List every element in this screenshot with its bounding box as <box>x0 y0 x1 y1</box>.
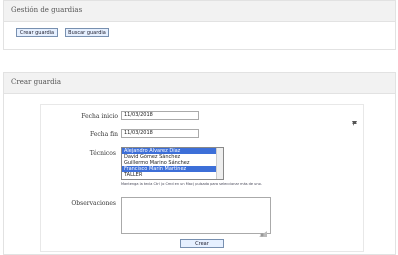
technicians-select[interactable]: Alejandro Álvarez Díaz David Gómez Sánch… <box>121 147 224 180</box>
create-guard-button[interactable]: Crear guardia <box>16 28 58 37</box>
observations-textarea[interactable] <box>121 197 271 237</box>
create-guard-panel: Crear guardia Fecha inicio 11/03/2018 Fe… <box>3 72 396 255</box>
technician-option[interactable]: TALLER <box>122 172 223 178</box>
create-guard-panel-header: Crear guardia <box>4 73 395 94</box>
resize-handle-icon[interactable] <box>258 223 268 237</box>
technicians-help-text: Mantenga la tecla Ctrl (o Cmd en un Mac)… <box>121 182 262 186</box>
end-date-input[interactable]: 11/03/2018 <box>121 129 199 138</box>
search-guard-button[interactable]: Buscar guardia <box>65 28 109 37</box>
observations-label: Observaciones <box>71 200 116 207</box>
management-panel: Gestión de guardias Crear guardia Buscar… <box>3 0 396 50</box>
management-panel-title: Gestión de guardias <box>11 6 83 14</box>
start-date-label: Fecha inicio <box>81 113 118 120</box>
create-button[interactable]: Crear <box>180 239 224 248</box>
create-guard-panel-title: Crear guardia <box>11 78 61 86</box>
technicians-label: Técnicos <box>89 150 116 157</box>
start-date-input[interactable]: 11/03/2018 <box>121 111 199 120</box>
technicians-scrollbar[interactable] <box>216 148 223 179</box>
management-panel-header: Gestión de guardias <box>4 1 395 22</box>
pin-icon[interactable] <box>351 112 358 126</box>
end-date-label: Fecha fin <box>90 131 118 138</box>
